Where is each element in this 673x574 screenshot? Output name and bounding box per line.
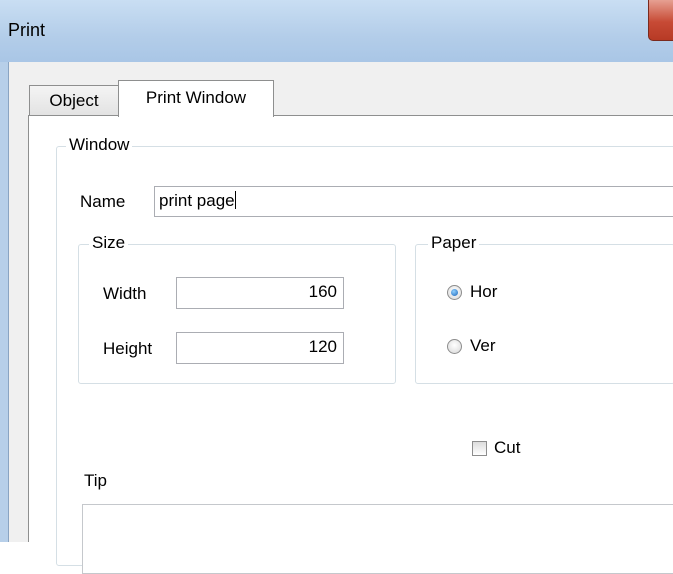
tip-textarea[interactable] — [82, 504, 673, 574]
title-bar[interactable]: Print — [0, 0, 673, 62]
width-input-value: 160 — [308, 282, 337, 301]
tab-panel: Window Name print page Size Width 160 He… — [28, 115, 673, 574]
width-input[interactable]: 160 — [176, 277, 344, 309]
width-label: Width — [103, 284, 147, 303]
window-groupbox: Window Name print page Size Width 160 He… — [56, 135, 673, 574]
dialog-body: Object Print Window Window Name print pa… — [8, 62, 673, 574]
radio-ver[interactable] — [447, 339, 462, 354]
name-input-value: print page — [159, 191, 235, 210]
height-label: Height — [103, 339, 153, 358]
tab-object-label: Object — [49, 91, 99, 110]
tab-object[interactable]: Object — [29, 85, 119, 115]
tab-print-window[interactable]: Print Window — [118, 80, 274, 117]
window-title: Print — [8, 20, 46, 40]
paper-group-legend: Paper — [428, 233, 480, 253]
size-group-legend: Size — [89, 233, 129, 253]
paper-groupbox: Paper Hor Ver — [415, 233, 673, 384]
height-input-value: 120 — [308, 337, 337, 356]
radio-ver-label: Ver — [470, 336, 496, 355]
radio-hor-label: Hor — [470, 282, 498, 301]
radio-hor[interactable] — [447, 285, 462, 300]
window-frame: Object Print Window Window Name print pa… — [0, 62, 673, 574]
text-caret — [234, 191, 236, 209]
name-label: Name — [80, 192, 126, 211]
radio-selected-dot — [451, 289, 458, 296]
cut-label: Cut — [494, 438, 521, 457]
size-groupbox: Size Width 160 Height 120 — [78, 233, 396, 384]
height-input[interactable]: 120 — [176, 332, 344, 364]
name-input[interactable]: print page — [154, 186, 673, 217]
tip-label: Tip — [84, 471, 107, 490]
cut-checkbox[interactable] — [472, 441, 487, 456]
close-button[interactable] — [648, 0, 673, 41]
tab-print-window-label: Print Window — [145, 88, 247, 107]
window-group-legend: Window — [66, 135, 133, 155]
